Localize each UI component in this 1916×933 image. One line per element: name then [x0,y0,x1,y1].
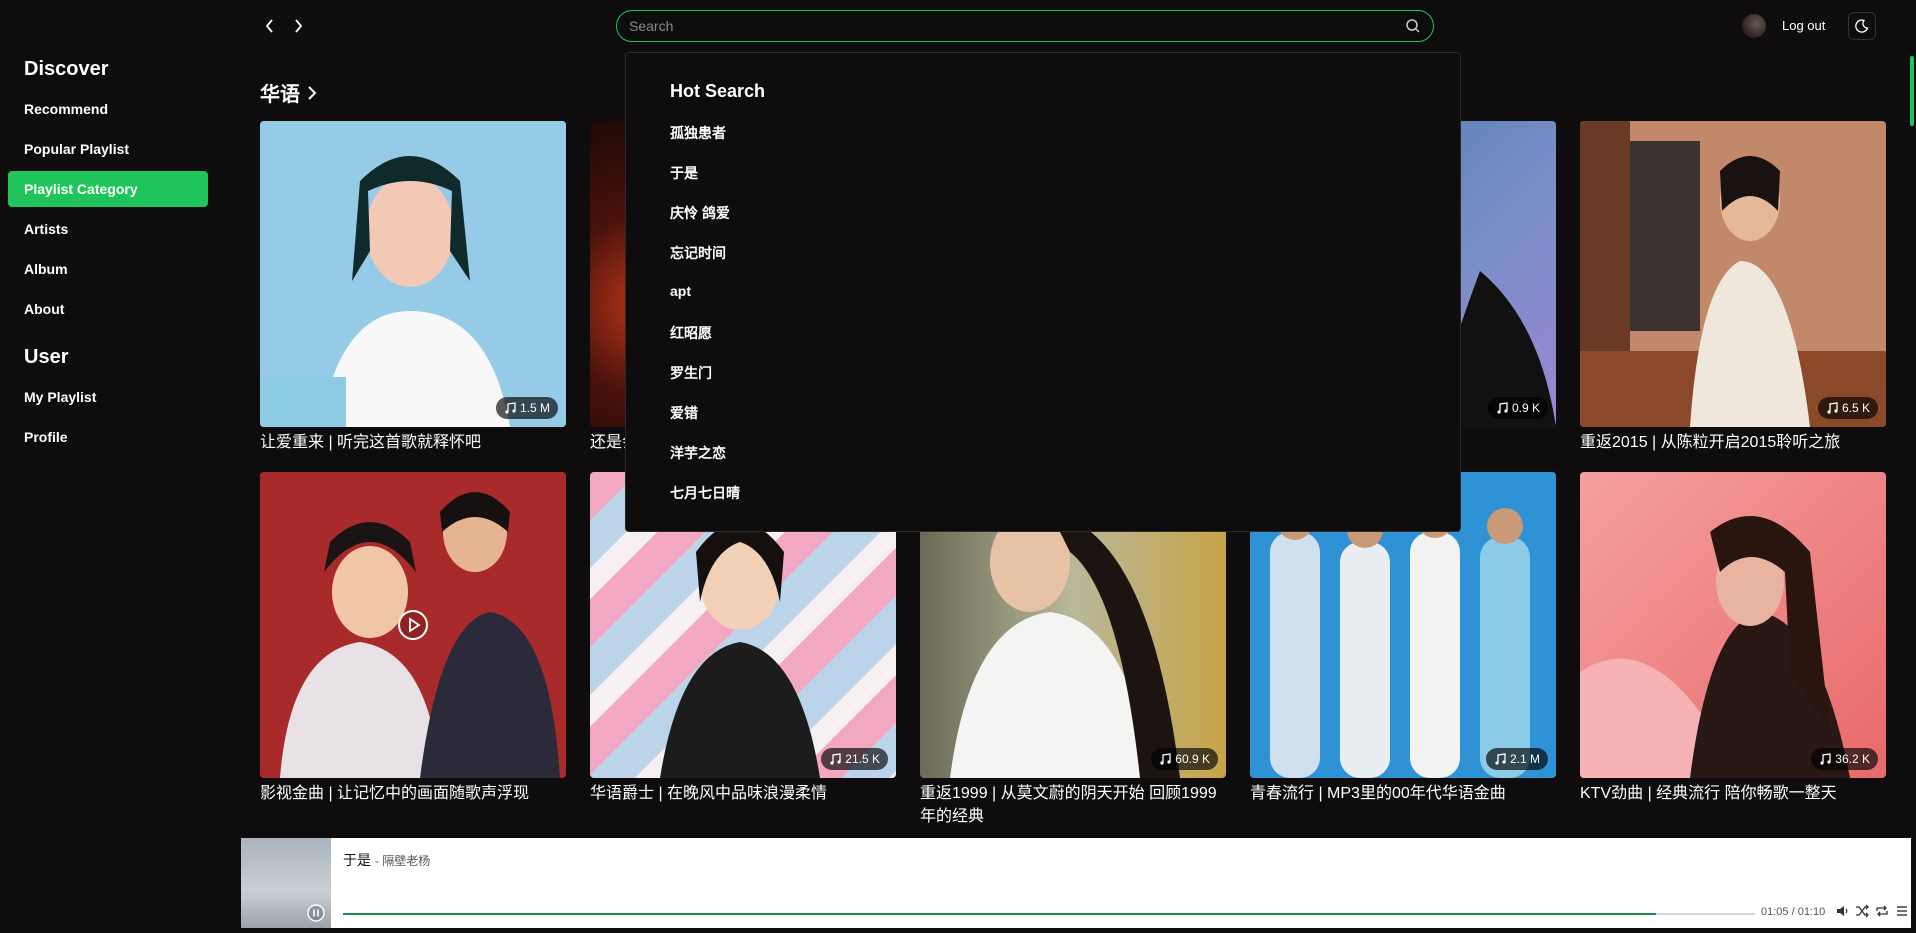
play-count-badge: 36.2 K [1811,748,1878,770]
music-note-icon [1495,753,1506,765]
player-bar: 于是 - 隔壁老杨 01:05 / 01:10 [241,838,1911,928]
sidebar-item-artists[interactable]: Artists [8,211,208,247]
play-count-badge: 6.5 K [1817,397,1878,419]
play-count: 1.5 M [519,401,550,415]
pause-icon[interactable] [307,904,325,922]
search-icon[interactable] [1405,18,1421,34]
sidebar-item-album[interactable]: Album [8,251,208,287]
now-playing-cover[interactable] [241,838,331,928]
hot-search-item[interactable]: apt [670,283,691,299]
now-playing-info: 于是 - 隔壁老杨 [343,850,430,870]
hot-search-item[interactable]: 爱错 [670,403,698,423]
playback-time: 01:05 / 01:10 [1761,906,1826,918]
playlist-card[interactable]: 影视金曲 | 让记忆中的画面随歌声浮现 [260,472,566,805]
play-count-badge: 2.1 M [1485,748,1548,770]
category-title-text: 华语 [260,84,300,106]
shuffle-icon[interactable] [1855,904,1869,918]
play-count: 6.5 K [1841,401,1870,415]
playlist-card[interactable]: 6.5 K 重返2015 | 从陈粒开启2015聆听之旅 [1580,121,1886,454]
volume-icon[interactable] [1835,904,1849,918]
play-count-badge: 60.9 K [1151,748,1218,770]
hot-search-dropdown: Hot Search 孤独患者 于是 庆怜 鸽爱 忘记时间 apt 红昭愿 罗生… [625,52,1461,532]
app-root: Discover Recommend Popular Playlist Play… [0,0,1916,933]
sidebar-item-recommend[interactable]: Recommend [8,91,208,127]
forward-button[interactable] [288,14,308,38]
playlist-title[interactable]: 让爱重来 | 听完这首歌就释怀吧 [260,431,566,454]
progress-fill [343,913,1657,915]
hot-search-item[interactable]: 红昭愿 [670,323,712,343]
user-heading: User [24,346,69,368]
playlist-cover[interactable]: 1.5 M [260,121,566,427]
hot-search-item[interactable]: 七月七日晴 [670,483,740,503]
playlist-title[interactable]: KTV劲曲 | 经典流行 陪你畅歌一整天 [1580,782,1886,805]
play-count-badge: 1.5 M [495,397,558,419]
sidebar: Discover Recommend Popular Playlist Play… [0,0,218,933]
playlist-title[interactable]: 影视金曲 | 让记忆中的画面随歌声浮现 [260,782,566,805]
sidebar-item-popular-playlist[interactable]: Popular Playlist [8,131,208,167]
search-input[interactable] [629,11,1389,41]
playlist-cover[interactable] [260,472,566,778]
sidebar-item-playlist-category[interactable]: Playlist Category [8,171,208,207]
playlist-queue-icon[interactable] [1895,904,1909,918]
repeat-icon[interactable] [1875,904,1889,918]
play-count: 60.9 K [1175,752,1210,766]
playlist-cover[interactable]: 36.2 K [1580,472,1886,778]
logout-button[interactable]: Log out [1782,18,1825,33]
play-overlay-icon[interactable] [397,609,429,641]
chevron-left-icon [265,19,273,33]
playlist-card[interactable]: 1.5 M 让爱重来 | 听完这首歌就释怀吧 [260,121,566,454]
song-title: 于是 [343,852,371,868]
scrollbar-thumb[interactable] [1910,56,1914,126]
playlist-title[interactable]: 华语爵士 | 在晚风中品味浪漫柔情 [590,782,896,805]
cover-art [1580,516,1850,778]
hot-search-item[interactable]: 于是 [670,163,698,183]
chevron-right-icon [308,85,317,100]
music-note-icon [830,753,841,765]
category-title[interactable]: 华语 [260,78,318,107]
hot-search-item[interactable]: 忘记时间 [670,243,726,263]
music-note-icon [1827,402,1838,414]
music-note-icon [505,402,516,414]
play-count: 2.1 M [1509,752,1540,766]
sidebar-item-profile[interactable]: Profile [8,419,208,455]
cover-art [1580,121,1886,427]
play-count: 36.2 K [1835,752,1870,766]
hot-search-item[interactable]: 洋芋之恋 [670,443,726,463]
hot-search-title: Hot Search [670,81,766,101]
progress-bar[interactable] [343,913,1755,915]
hot-search-item[interactable]: 孤独患者 [670,123,726,143]
discover-heading: Discover [24,58,109,80]
playlist-title[interactable]: 重返2015 | 从陈粒开启2015聆听之旅 [1580,431,1886,454]
chevron-right-icon [295,19,303,33]
music-note-icon [1497,402,1508,414]
song-artist: - 隔壁老杨 [374,854,431,868]
music-note-icon [1820,753,1831,765]
play-count: 0.9 K [1511,401,1540,415]
playlist-cover[interactable]: 6.5 K [1580,121,1886,427]
playlist-card[interactable]: 36.2 K KTV劲曲 | 经典流行 陪你畅歌一整天 [1580,472,1886,805]
avatar[interactable] [1742,14,1766,38]
play-count: 21.5 K [845,752,880,766]
playlist-title[interactable]: 青春流行 | MP3里的00年代华语金曲 [1250,782,1556,805]
play-count-badge: 0.9 K [1487,397,1548,419]
search-box [616,10,1434,42]
playlist-title[interactable]: 重返1999 | 从莫文蔚的阴天开始 回顾1999年的经典 [920,782,1226,828]
cover-art [260,121,566,427]
theme-toggle-button[interactable] [1848,12,1876,40]
moon-icon [1855,19,1869,33]
sidebar-item-about[interactable]: About [8,291,208,327]
hot-search-item[interactable]: 罗生门 [670,363,712,383]
sidebar-item-my-playlist[interactable]: My Playlist [8,379,208,415]
play-count-badge: 21.5 K [821,748,888,770]
hot-search-item[interactable]: 庆怜 鸽爱 [670,203,730,223]
back-button[interactable] [260,14,280,38]
music-note-icon [1160,753,1171,765]
